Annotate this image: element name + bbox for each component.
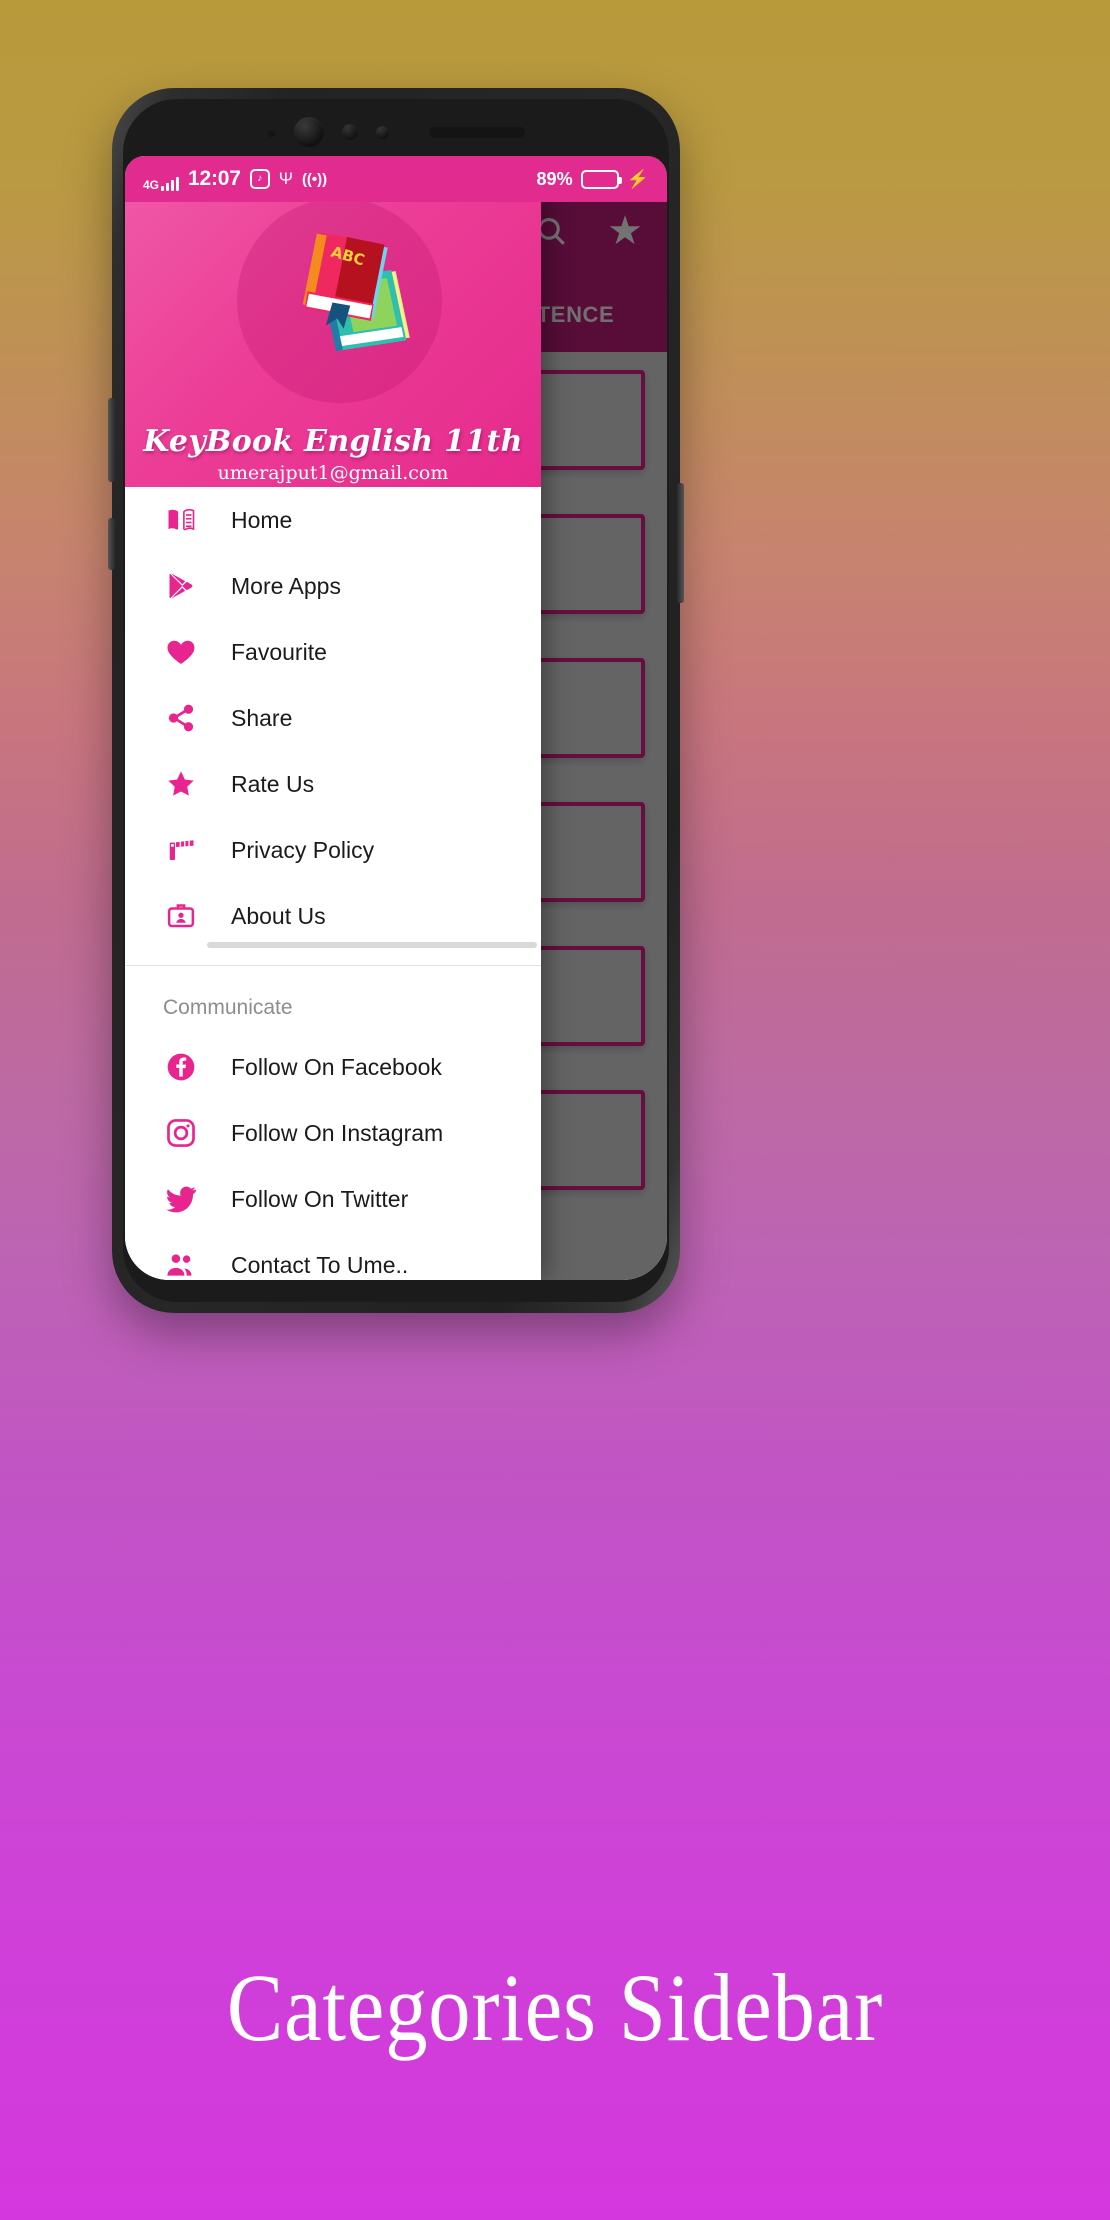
menu-item-label: Favourite <box>231 638 327 665</box>
battery-icon <box>580 169 622 189</box>
cast-icon: ((•)) <box>301 170 328 188</box>
drawer-scrollbar[interactable] <box>207 942 537 948</box>
google-play-icon <box>161 566 201 606</box>
menu-item-follow-on-facebook[interactable]: Follow On Facebook <box>125 1034 541 1100</box>
navigation-drawer: ABC KeyBook English 11th umerajput1@gmai… <box>125 156 541 1280</box>
menu-item-about-us[interactable]: About Us <box>125 883 541 949</box>
menu-item-label: More Apps <box>231 572 341 599</box>
app-title: KeyBook English 11th <box>143 424 523 459</box>
phone-screen: ★ ENTENCE ABC KeyBook English 11th umera… <box>125 156 667 1280</box>
network-indicator: 4G <box>143 167 180 192</box>
books-abc-icon: ABC <box>302 232 410 352</box>
drawer-menu-list: Home More Apps Favourite Share Rate Us P… <box>125 487 541 1280</box>
drawer-header: ABC KeyBook English 11th umerajput1@gmai… <box>125 156 541 487</box>
menu-item-label: Share <box>231 704 293 731</box>
menu-item-contact-to-ume[interactable]: Contact To Ume.. <box>125 1232 541 1280</box>
status-bar-right: 89% ⚡ <box>537 169 649 190</box>
menu-item-share[interactable]: Share <box>125 685 541 751</box>
menu-item-label: About Us <box>231 902 326 929</box>
people-group-icon <box>161 1245 201 1280</box>
share-icon <box>161 698 201 738</box>
phone-mockup-frame: ★ ENTENCE ABC KeyBook English 11th umera… <box>108 88 684 1313</box>
menu-item-label: Contact To Ume.. <box>231 1251 409 1278</box>
instagram-icon <box>161 1113 201 1153</box>
menu-item-label: Follow On Instagram <box>231 1119 444 1146</box>
menu-section-label: Communicate <box>163 996 293 1019</box>
menu-item-label: Follow On Twitter <box>231 1185 409 1212</box>
id-badge-icon <box>161 896 201 936</box>
page-caption: Categories Sidebar <box>226 1954 884 2061</box>
menu-item-label: Follow On Facebook <box>231 1053 442 1080</box>
network-type-label: 4G <box>143 178 160 192</box>
barrier-gate-icon <box>161 830 201 870</box>
volume-down-button[interactable] <box>108 518 115 570</box>
charging-bolt-icon: ⚡ <box>626 168 649 189</box>
menu-item-follow-on-instagram[interactable]: Follow On Instagram <box>125 1100 541 1166</box>
menu-item-rate-us[interactable]: Rate Us <box>125 751 541 817</box>
menu-item-favourite[interactable]: Favourite <box>125 619 541 685</box>
menu-item-privacy-policy[interactable]: Privacy Policy <box>125 817 541 883</box>
status-bar-clock: 12:07 <box>188 167 241 190</box>
facebook-icon <box>161 1047 201 1087</box>
signal-bars-icon <box>161 176 180 191</box>
menu-item-follow-on-twitter[interactable]: Follow On Twitter <box>125 1166 541 1232</box>
status-bar: 4G 12:07 ♪ Ψ ((•)) 89% ⚡ <box>125 156 667 202</box>
menu-item-label: Rate Us <box>231 770 315 797</box>
twitter-icon <box>161 1179 201 1219</box>
status-bar-left: 4G 12:07 ♪ Ψ ((•)) <box>143 167 327 191</box>
open-book-icon <box>161 500 201 540</box>
volume-up-button[interactable] <box>108 398 115 482</box>
menu-item-more-apps[interactable]: More Apps <box>125 553 541 619</box>
heart-icon <box>161 632 201 672</box>
vibrate-mode-icon: ♪ <box>249 169 270 189</box>
power-button[interactable] <box>677 483 684 603</box>
battery-percent-label: 89% <box>536 168 573 189</box>
menu-item-label: Home <box>231 506 293 533</box>
star-icon <box>161 764 201 804</box>
menu-item-label: Privacy Policy <box>231 836 375 863</box>
usb-icon: Ψ <box>278 169 293 188</box>
app-email: umerajput1@gmail.com <box>217 462 449 484</box>
menu-item-home[interactable]: Home <box>125 487 541 553</box>
